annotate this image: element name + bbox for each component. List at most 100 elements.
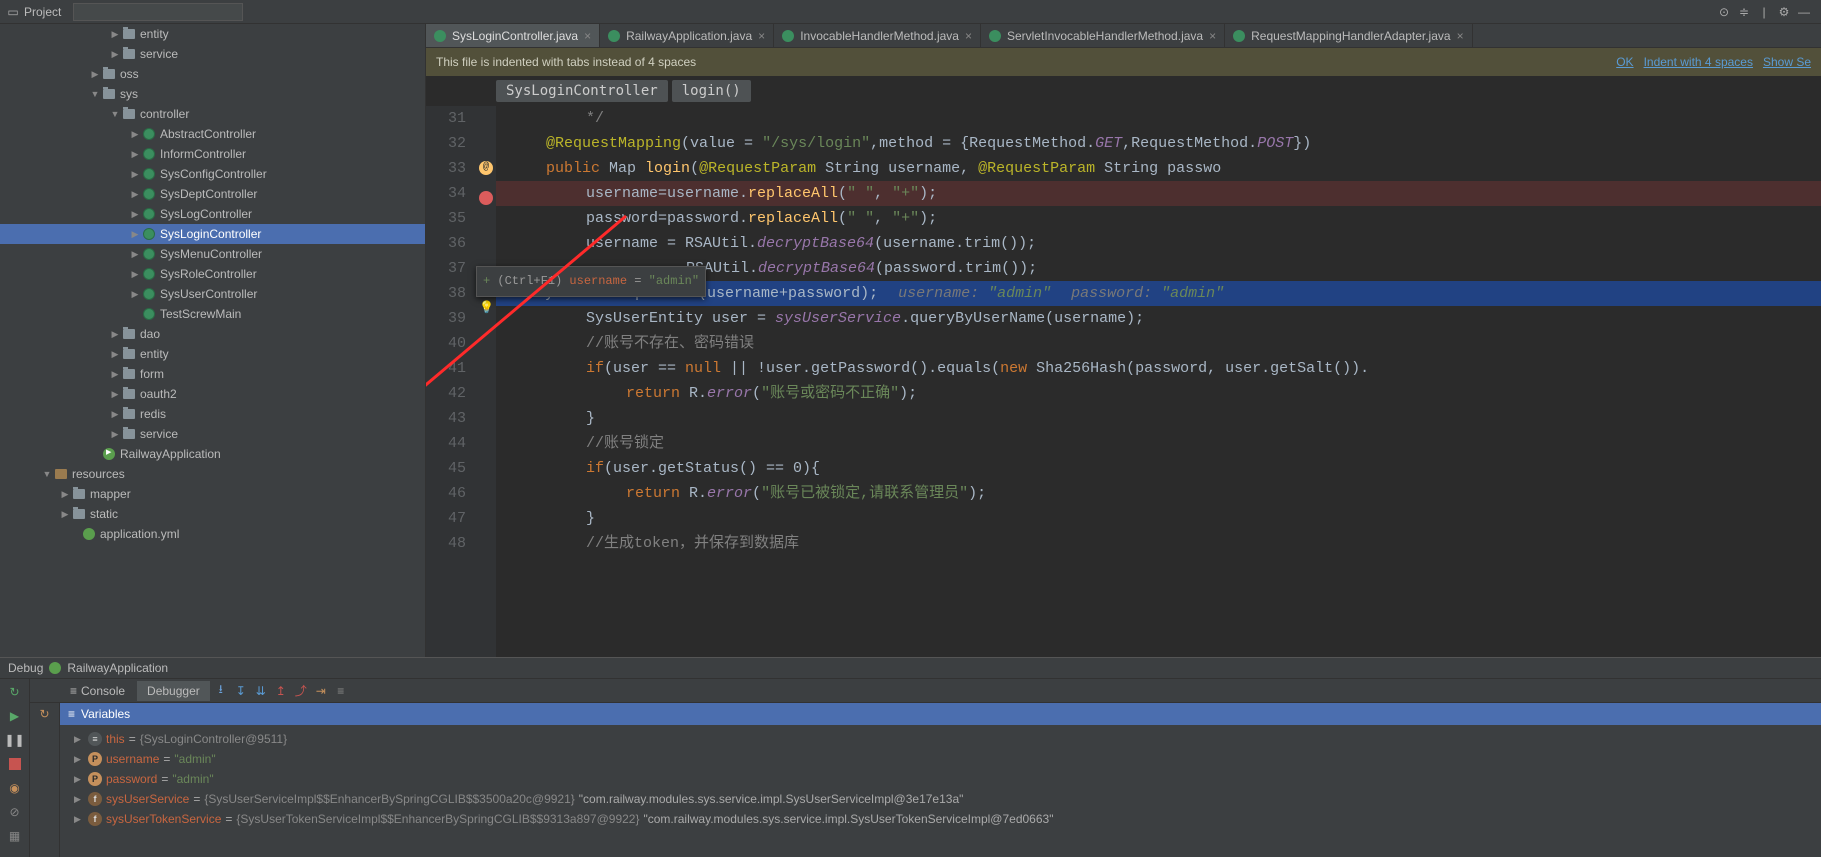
tree-item-sysmenucontroller[interactable]: SysMenuController [0,244,425,264]
code-lines[interactable]: */@RequestMapping(value = "/sys/login",m… [496,106,1821,657]
tree-item-controller[interactable]: controller [0,104,425,124]
tree-item-sys[interactable]: sys [0,84,425,104]
tree-item-dao[interactable]: dao [0,324,425,344]
tree-item-application.yml[interactable]: application.yml [0,524,425,544]
force-step-into-icon[interactable]: ⇊ [252,682,270,700]
hide-icon[interactable]: — [1797,5,1811,19]
tree-item-sysdeptcontroller[interactable]: SysDeptController [0,184,425,204]
tree-item-mapper[interactable]: mapper [0,484,425,504]
project-tree[interactable]: entityserviceosssyscontrollerAbstractCon… [0,24,426,657]
tree-item-resources[interactable]: resources [0,464,425,484]
expand-arrow-icon[interactable]: ▶ [74,814,84,825]
crumb-method[interactable]: login() [672,80,751,102]
tree-item-syslogcontroller[interactable]: SysLogController [0,204,425,224]
settings-icon[interactable] [38,725,52,739]
expand-arrow-icon[interactable] [110,49,120,60]
resume-icon[interactable]: ▶ [6,707,24,725]
expand-arrow-icon[interactable] [130,269,140,280]
step-over-icon[interactable]: ⭳ [212,682,230,700]
tree-item-form[interactable]: form [0,364,425,384]
expand-arrow-icon[interactable] [130,289,140,300]
close-icon[interactable]: × [758,29,765,43]
expand-arrow-icon[interactable] [130,169,140,180]
tree-item-informcontroller[interactable]: InformController [0,144,425,164]
tab-debugger[interactable]: Debugger [137,681,210,701]
variable-row[interactable]: ▶≡this = {SysLoginController@9511} [60,729,1821,749]
expand-arrow-icon[interactable] [130,129,140,140]
expand-arrow-icon[interactable]: ▶ [74,794,84,805]
tree-item-testscrewmain[interactable]: TestScrewMain [0,304,425,324]
expand-arrow-icon[interactable]: ▶ [74,734,84,745]
close-icon[interactable]: × [1209,29,1216,43]
gear-icon[interactable]: ⚙ [1777,5,1791,19]
tree-item-service[interactable]: service [0,44,425,64]
locate-icon[interactable]: ⊙ [1717,5,1731,19]
expand-arrow-icon[interactable] [110,389,120,400]
variable-row[interactable]: ▶fsysUserTokenService = {SysUserTokenSer… [60,809,1821,829]
expand-arrow-icon[interactable] [130,209,140,220]
editor-tab[interactable]: SysLoginController.java× [426,24,600,47]
expand-arrow-icon[interactable] [110,29,120,40]
stop-button[interactable] [6,755,24,773]
tree-item-sysrolecontroller[interactable]: SysRoleController [0,264,425,284]
step-into-icon[interactable]: ↧ [232,682,250,700]
banner-show-link[interactable]: Show Se [1763,55,1811,69]
intention-bulb-icon[interactable]: 💡 [479,296,493,310]
expand-arrow-icon[interactable] [90,89,100,99]
close-icon[interactable]: × [1457,29,1464,43]
expand-arrow-icon[interactable]: ▶ [74,754,84,765]
expand-arrow-icon[interactable] [110,369,120,380]
variables-list[interactable]: ▶≡this = {SysLoginController@9511}▶Puser… [60,725,1821,833]
view-breakpoints-icon[interactable]: ◉ [6,779,24,797]
evaluate-icon[interactable]: ≡ [332,682,350,700]
error-icon[interactable] [479,191,493,205]
expand-arrow-icon[interactable]: ▶ [74,774,84,785]
layout-icon[interactable]: ▦ [6,827,24,845]
expand-arrow-icon[interactable] [130,249,140,260]
tree-item-redis[interactable]: redis [0,404,425,424]
tree-item-sysusercontroller[interactable]: SysUserController [0,284,425,304]
expand-arrow-icon[interactable] [60,509,70,520]
tab-console[interactable]: ≡Console [60,681,135,701]
collapse-icon[interactable]: ≑ [1737,5,1751,19]
editor-tab[interactable]: ServletInvocableHandlerMethod.java× [981,24,1225,47]
close-icon[interactable]: × [965,29,972,43]
rerun-icon[interactable]: ↻ [6,683,24,701]
expand-arrow-icon[interactable] [90,69,100,80]
restore-layout-icon[interactable]: ↻ [38,707,52,721]
step-out-icon[interactable]: ↥ [272,682,290,700]
tree-item-entity[interactable]: entity [0,344,425,364]
crumb-class[interactable]: SysLoginController [496,80,668,102]
mute-breakpoints-icon[interactable]: ⊘ [6,803,24,821]
expand-arrow-icon[interactable] [110,409,120,420]
run-to-cursor-icon[interactable]: ⇥ [312,682,330,700]
banner-ok-link[interactable]: OK [1616,55,1633,69]
variable-row[interactable]: ▶Ppassword = "admin" [60,769,1821,789]
expand-arrow-icon[interactable] [110,349,120,360]
project-view-dropdown[interactable] [73,3,243,21]
editor-tab[interactable]: RequestMappingHandlerAdapter.java× [1225,24,1472,47]
tree-item-oauth2[interactable]: oauth2 [0,384,425,404]
code-editor[interactable]: 313233343536373839404142434445464748 @💡 … [426,106,1821,657]
tree-item-syslogincontroller[interactable]: SysLoginController [0,224,425,244]
close-icon[interactable]: × [584,29,591,43]
gutter-annotation-icon[interactable]: @ [479,161,493,175]
tree-item-abstractcontroller[interactable]: AbstractController [0,124,425,144]
expand-arrow-icon[interactable] [110,329,120,340]
tree-item-static[interactable]: static [0,504,425,524]
expand-arrow-icon[interactable] [42,469,52,479]
expand-arrow-icon[interactable] [110,109,120,119]
tree-item-oss[interactable]: oss [0,64,425,84]
tree-item-entity[interactable]: entity [0,24,425,44]
editor-tab[interactable]: InvocableHandlerMethod.java× [774,24,981,47]
pause-icon[interactable]: ❚❚ [6,731,24,749]
tree-item-sysconfigcontroller[interactable]: SysConfigController [0,164,425,184]
variable-row[interactable]: ▶Pusername = "admin" [60,749,1821,769]
expand-arrow-icon[interactable] [130,149,140,160]
expand-arrow-icon[interactable] [60,489,70,500]
banner-indent-link[interactable]: Indent with 4 spaces [1644,55,1753,69]
expand-arrow-icon[interactable] [110,429,120,440]
variable-row[interactable]: ▶fsysUserService = {SysUserServiceImpl$$… [60,789,1821,809]
editor-tab[interactable]: RailwayApplication.java× [600,24,774,47]
expand-arrow-icon[interactable] [130,229,140,240]
